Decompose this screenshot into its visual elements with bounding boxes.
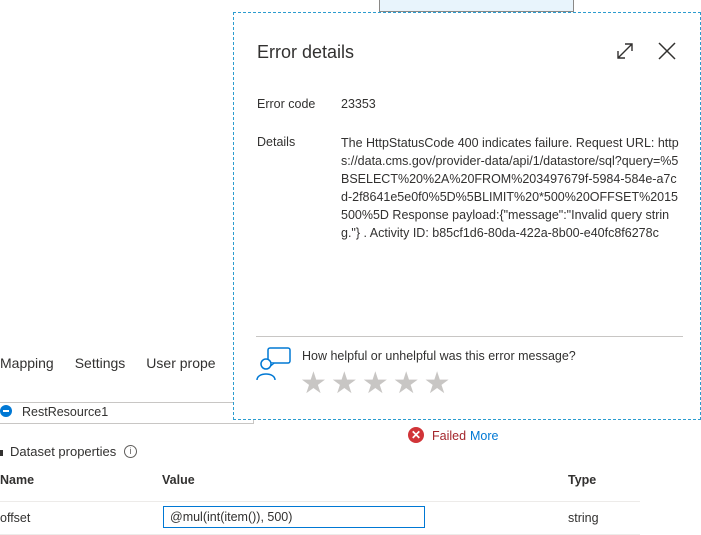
tab-mapping[interactable]: Mapping	[0, 352, 54, 376]
error-code-label: Error code	[257, 97, 316, 111]
error-circle-icon: ✕	[408, 427, 424, 443]
tab-settings[interactable]: Settings	[75, 352, 126, 376]
tab-user-properties[interactable]: User prope	[146, 352, 215, 376]
details-value: The HttpStatusCode 400 indicates failure…	[341, 136, 679, 240]
error-details-panel: Error details Error code 23353 Details T…	[233, 12, 701, 420]
star-icon[interactable]: ★	[362, 369, 389, 399]
property-name: offset	[0, 511, 31, 525]
star-icon[interactable]: ★	[331, 369, 358, 399]
column-header-value: Value	[162, 473, 195, 487]
star-rating: ★ ★ ★ ★ ★	[300, 369, 451, 399]
details-label: Details	[257, 135, 296, 149]
panel-title: Error details	[257, 42, 355, 62]
star-icon[interactable]: ★	[424, 369, 451, 399]
feedback-question: How helpful or unhelpful was this error …	[302, 349, 576, 363]
pipeline-canvas-activity[interactable]	[379, 0, 574, 12]
header-divider	[0, 501, 640, 502]
feedback-person-icon	[256, 347, 292, 381]
expand-icon	[617, 43, 633, 59]
property-type: string	[568, 511, 599, 525]
feedback-divider	[256, 336, 683, 337]
column-header-type: Type	[568, 473, 597, 487]
expand-button[interactable]	[614, 40, 636, 62]
star-icon[interactable]: ★	[300, 369, 327, 399]
dataset-properties-heading: Dataset properties	[10, 444, 117, 459]
status-failed-label: Failed	[432, 429, 467, 443]
close-icon	[658, 42, 676, 60]
info-icon[interactable]: i	[124, 445, 137, 458]
more-link[interactable]: More	[470, 429, 498, 443]
column-header-name: Name	[0, 473, 35, 487]
collapse-chevron-icon[interactable]	[0, 450, 3, 456]
activity-tabs: Mapping Settings User prope	[0, 352, 216, 376]
close-button[interactable]	[656, 40, 678, 62]
property-value-input[interactable]	[163, 506, 425, 528]
error-code-value: 23353	[341, 97, 376, 111]
star-icon[interactable]: ★	[393, 369, 420, 399]
dataset-icon	[0, 405, 12, 417]
dataset-name: RestResource1	[22, 405, 109, 419]
